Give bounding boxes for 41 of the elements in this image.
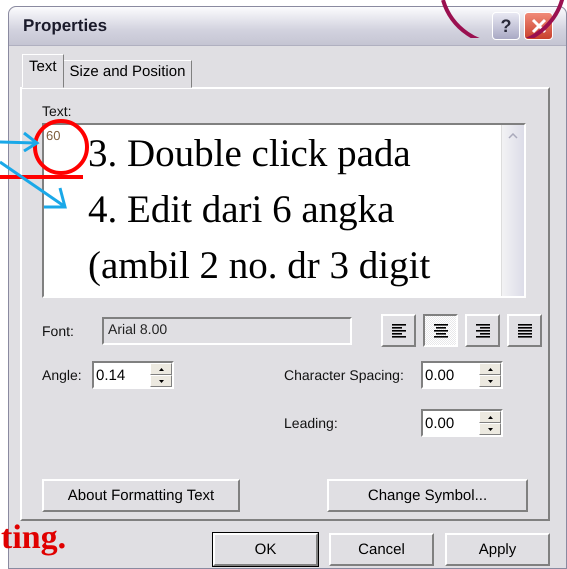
dialog-button[interactable]: OK (213, 533, 318, 566)
text-label: Text: (42, 103, 73, 119)
spin-down-icon (158, 380, 164, 382)
font-field: Arial 8.00 (102, 316, 352, 344)
align-center-button[interactable] (423, 314, 458, 347)
align-center-icon (434, 324, 448, 338)
spin-field[interactable]: 0.00 (421, 409, 503, 437)
window-title: Properties (23, 16, 108, 36)
angle-label: Angle: (42, 367, 82, 383)
align-left-button[interactable] (381, 314, 416, 347)
spin-field[interactable]: 0.00 (421, 361, 503, 389)
align-justify-button[interactable] (507, 314, 542, 347)
spin-down-icon (488, 380, 492, 382)
font-label: Font: (42, 322, 74, 338)
annotation-text: (ambil 2 no. dr 3 digit (88, 243, 430, 289)
spin-up-icon (488, 416, 492, 418)
about-button[interactable]: About Formatting Text (42, 479, 240, 512)
align-justify-icon (518, 324, 532, 338)
annotation-text: 3. Double click pada (88, 131, 412, 177)
close-icon (530, 18, 546, 34)
scrollbar[interactable] (501, 125, 524, 296)
arrow-drawing (0, 130, 40, 152)
align-right-button[interactable] (465, 314, 500, 347)
change-symbol-button[interactable]: Change Symbol... (327, 479, 528, 512)
annotation-text: ting. (1, 519, 66, 557)
spin-up-icon (158, 368, 164, 370)
spin-down-icon (488, 428, 492, 430)
dialog-button[interactable]: Cancel (329, 533, 434, 566)
tab[interactable]: Text (22, 54, 64, 88)
character-spacing-label: Character Spacing: (284, 367, 404, 383)
spin-field[interactable]: 0.14 (92, 361, 174, 389)
highlight-circle (32, 119, 90, 175)
dialog-button[interactable]: Apply (445, 533, 550, 566)
tab[interactable]: Size and Position (62, 60, 192, 88)
annotation-text: 4. Edit dari 6 angka (88, 187, 396, 233)
help-button[interactable]: ? (492, 12, 520, 40)
scroll-up-icon (508, 133, 518, 139)
align-left-icon (392, 324, 406, 338)
leading-label: Leading: (284, 415, 338, 431)
spin-up-icon (488, 368, 492, 370)
align-right-icon (476, 324, 490, 338)
